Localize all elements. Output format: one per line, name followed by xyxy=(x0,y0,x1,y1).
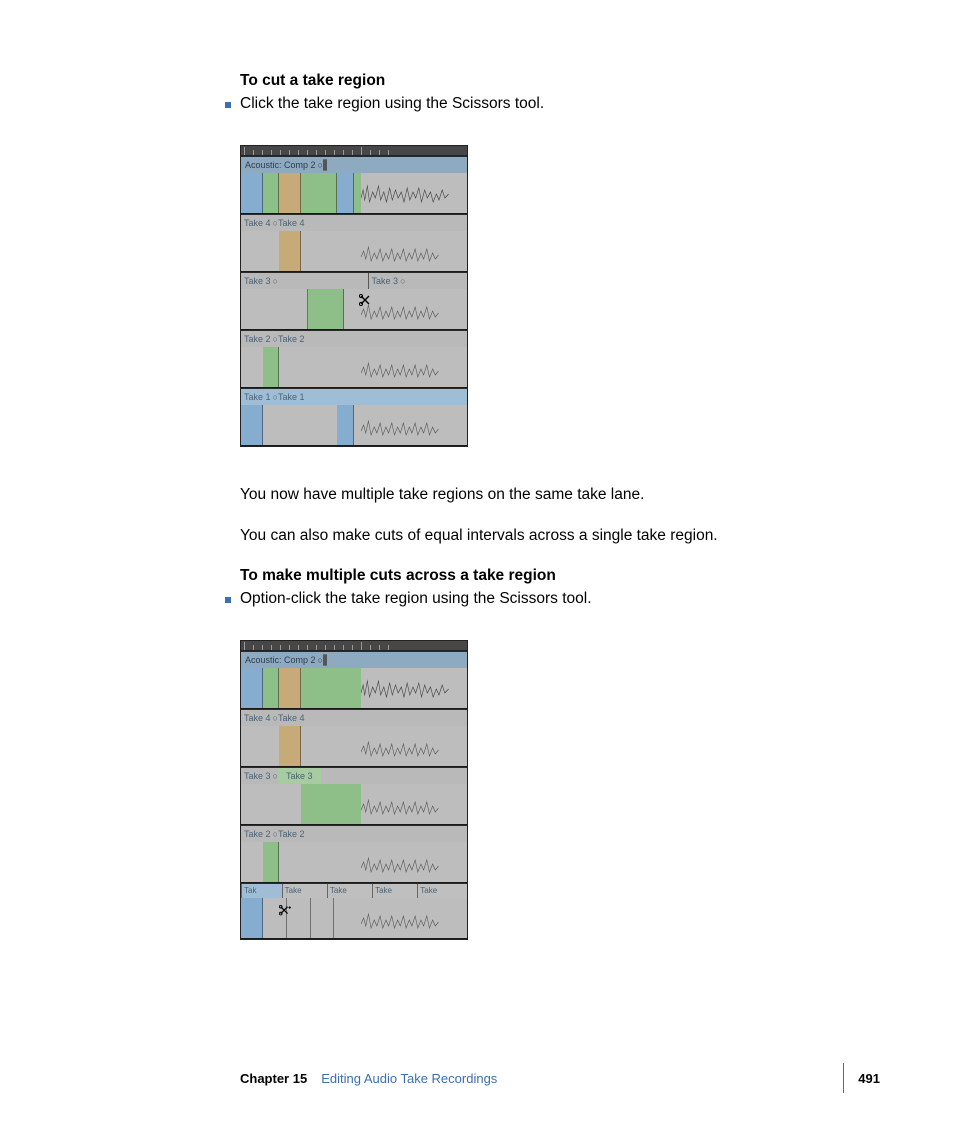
take3-header: Take 3 ○ Take 3 xyxy=(241,768,467,784)
take-lane-2: Take 2 ○ Take 2 xyxy=(241,825,467,883)
page-footer: Chapter 15 Editing Audio Take Recordings… xyxy=(240,1063,880,1093)
figure-take-folder-multicut: Acoustic: Comp 2 ○ Take 4 xyxy=(240,640,468,940)
take1-sliced-waveform xyxy=(241,898,467,938)
step-text: Option-click the take region using the S… xyxy=(240,589,592,610)
paragraph: You now have multiple take regions on th… xyxy=(240,485,880,506)
circle-icon: ○ xyxy=(400,276,405,286)
take1-slice-header: Tak xyxy=(241,884,282,898)
take3-waveform xyxy=(241,289,467,329)
figure-take-folder-cut: Acoustic: Comp 2 ○ xyxy=(240,145,468,447)
comp-header-buttons xyxy=(323,655,327,665)
take4-label-left: Take 4 xyxy=(244,713,271,723)
take3-header-left: Take 3 ○ xyxy=(241,273,368,289)
take1-slice-headers: Tak Take Take Take Take xyxy=(241,884,467,898)
take1-slice-header: Take xyxy=(327,884,372,898)
take2-label-right: Take 2 xyxy=(278,829,305,839)
take-lane-1: Take 1 ○ Take 1 xyxy=(241,388,467,446)
take1-header: Take 1 ○ Take 1 xyxy=(241,389,467,405)
take3-label-left: Take 3 xyxy=(244,771,271,781)
heading-multiple-cuts: To make multiple cuts across a take regi… xyxy=(240,567,880,585)
menu-button-icon xyxy=(325,654,327,666)
square-bullet-icon xyxy=(225,597,231,603)
take2-label-left: Take 2 xyxy=(244,829,271,839)
take2-header: Take 2 ○ Take 2 xyxy=(241,331,467,347)
take1-slice-header: Take xyxy=(417,884,467,898)
take1-label-right: Take 1 xyxy=(278,392,305,402)
page-number: 491 xyxy=(858,1071,880,1086)
take1-label-left: Take 1 xyxy=(244,392,271,402)
take2-header: Take 2 ○ Take 2 xyxy=(241,826,467,842)
paragraph: You can also make cuts of equal interval… xyxy=(240,526,880,547)
take4-label-right: Take 4 xyxy=(278,713,305,723)
timeline-ruler xyxy=(241,641,467,651)
chapter-title: Editing Audio Take Recordings xyxy=(321,1071,497,1086)
take-lane-3: Take 3 ○ Take 3 ○ xyxy=(241,272,467,330)
comp-header: Acoustic: Comp 2 ○ xyxy=(241,157,467,173)
take-lane-4: Take 4 ○ Take 4 xyxy=(241,709,467,767)
menu-button-icon xyxy=(325,159,327,171)
bullet-row: Click the take region using the Scissors… xyxy=(225,94,880,115)
take1-slice-header: Take xyxy=(282,884,327,898)
take1-waveform xyxy=(241,405,467,445)
take-lane-2: Take 2 ○ Take 2 xyxy=(241,330,467,388)
footer-divider xyxy=(843,1063,844,1093)
comp-label-2: Acoustic: Comp 2 xyxy=(245,655,316,665)
circle-icon: ○ xyxy=(273,276,278,286)
comp-lane: Acoustic: Comp 2 ○ xyxy=(241,156,467,214)
comp-waveform xyxy=(241,173,467,213)
take3-label-left: Take 3 xyxy=(244,276,271,286)
comp-label: Acoustic: Comp 2 xyxy=(245,160,316,170)
take4-waveform xyxy=(241,726,467,766)
comp-header-buttons xyxy=(323,160,327,170)
take-lane-4: Take 4 ○ Take 4 xyxy=(241,214,467,272)
take3-header-right: Take 3 ○ xyxy=(368,273,467,289)
comp-header: Acoustic: Comp 2 ○ xyxy=(241,652,467,668)
take3-label-right: Take 3 xyxy=(278,768,321,784)
comp-lane: Acoustic: Comp 2 ○ xyxy=(241,651,467,709)
take-lane-3: Take 3 ○ Take 3 xyxy=(241,767,467,825)
take4-header: Take 4 ○ Take 4 xyxy=(241,710,467,726)
bullet-row: Option-click the take region using the S… xyxy=(225,589,880,610)
take3-waveform xyxy=(241,784,467,824)
take4-waveform xyxy=(241,231,467,271)
take3-label-right: Take 3 xyxy=(372,276,399,286)
take4-label-right: Take 4 xyxy=(278,218,305,228)
square-bullet-icon xyxy=(225,102,231,108)
take2-label-right: Take 2 xyxy=(278,334,305,344)
chapter-label: Chapter 15 xyxy=(240,1071,307,1086)
take4-label-left: Take 4 xyxy=(244,218,271,228)
take2-waveform xyxy=(241,347,467,387)
step-text: Click the take region using the Scissors… xyxy=(240,94,544,115)
timeline-ruler xyxy=(241,146,467,156)
take4-header-left: Take 4 ○ Take 4 xyxy=(241,215,467,231)
take1-slice-header: Take xyxy=(372,884,417,898)
comp-waveform xyxy=(241,668,467,708)
take2-label-left: Take 2 xyxy=(244,334,271,344)
take2-waveform xyxy=(241,842,467,882)
heading-cut-take-region: To cut a take region xyxy=(240,72,880,90)
take-lane-1-sliced: Tak Take Take Take Take xyxy=(241,883,467,939)
